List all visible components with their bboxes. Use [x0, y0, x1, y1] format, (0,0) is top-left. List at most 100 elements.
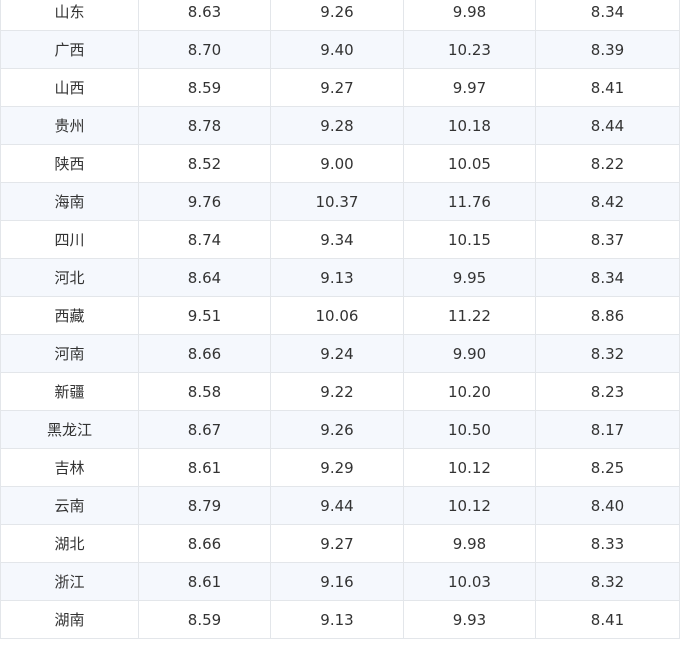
price-cell: 11.76	[403, 182, 536, 221]
price-cell: 9.13	[270, 600, 404, 639]
price-table: 山东 8.63 9.26 9.98 8.34 广西 8.70 9.40 10.23 8.39 山西 8…	[0, 0, 680, 639]
price-cell: 10.23	[403, 30, 536, 69]
price-cell: 9.00	[270, 144, 404, 183]
table-row: 黑龙江 8.67 9.26 10.50 8.17	[0, 410, 680, 449]
price-cell: 9.13	[270, 258, 404, 297]
price-cell: 10.20	[403, 372, 536, 411]
price-cell: 9.51	[138, 296, 271, 335]
price-cell: 9.76	[138, 182, 271, 221]
price-cell: 8.66	[138, 524, 271, 563]
price-cell: 9.98	[403, 524, 536, 563]
price-cell: 8.64	[138, 258, 271, 297]
region-cell: 陕西	[0, 144, 139, 183]
price-cell: 9.93	[403, 600, 536, 639]
price-cell: 9.40	[270, 30, 404, 69]
region-cell: 山东	[0, 0, 139, 31]
table-row: 河北 8.64 9.13 9.95 8.34	[0, 258, 680, 297]
price-cell: 9.95	[403, 258, 536, 297]
region-cell: 四川	[0, 220, 139, 259]
price-cell: 8.37	[535, 220, 680, 259]
price-cell: 10.12	[403, 448, 536, 487]
price-cell: 8.34	[535, 258, 680, 297]
table-row: 海南 9.76 10.37 11.76 8.42	[0, 182, 680, 221]
table-row: 吉林 8.61 9.29 10.12 8.25	[0, 448, 680, 487]
table-row: 贵州 8.78 9.28 10.18 8.44	[0, 106, 680, 145]
price-cell: 8.59	[138, 600, 271, 639]
price-cell: 8.17	[535, 410, 680, 449]
region-cell: 广西	[0, 30, 139, 69]
price-cell: 10.05	[403, 144, 536, 183]
price-cell: 8.74	[138, 220, 271, 259]
price-cell: 8.32	[535, 562, 680, 601]
price-cell: 10.18	[403, 106, 536, 145]
region-cell: 西藏	[0, 296, 139, 335]
price-cell: 8.22	[535, 144, 680, 183]
price-cell: 9.29	[270, 448, 404, 487]
table-row: 四川 8.74 9.34 10.15 8.37	[0, 220, 680, 259]
price-cell: 10.37	[270, 182, 404, 221]
region-cell: 新疆	[0, 372, 139, 411]
price-cell: 9.26	[270, 410, 404, 449]
price-cell: 8.66	[138, 334, 271, 373]
price-cell: 8.23	[535, 372, 680, 411]
region-cell: 河南	[0, 334, 139, 373]
price-cell: 8.58	[138, 372, 271, 411]
region-cell: 浙江	[0, 562, 139, 601]
price-cell: 8.34	[535, 0, 680, 31]
price-cell: 8.78	[138, 106, 271, 145]
price-cell: 8.33	[535, 524, 680, 563]
price-cell: 8.32	[535, 334, 680, 373]
table-row: 新疆 8.58 9.22 10.20 8.23	[0, 372, 680, 411]
table-row: 浙江 8.61 9.16 10.03 8.32	[0, 562, 680, 601]
price-cell: 9.34	[270, 220, 404, 259]
price-cell: 9.22	[270, 372, 404, 411]
table-row: 湖北 8.66 9.27 9.98 8.33	[0, 524, 680, 563]
price-cell: 8.70	[138, 30, 271, 69]
table-body: 山东 8.63 9.26 9.98 8.34 广西 8.70 9.40 10.23 8.39 山西 8…	[0, 0, 680, 639]
price-cell: 8.25	[535, 448, 680, 487]
price-cell: 8.42	[535, 182, 680, 221]
region-cell: 山西	[0, 68, 139, 107]
table-row: 云南 8.79 9.44 10.12 8.40	[0, 486, 680, 525]
price-cell: 9.24	[270, 334, 404, 373]
region-cell: 河北	[0, 258, 139, 297]
price-cell: 9.27	[270, 68, 404, 107]
price-cell: 8.67	[138, 410, 271, 449]
price-cell: 9.97	[403, 68, 536, 107]
price-cell: 9.26	[270, 0, 404, 31]
price-cell: 10.12	[403, 486, 536, 525]
table-row: 山东 8.63 9.26 9.98 8.34	[0, 0, 680, 31]
table-row: 西藏 9.51 10.06 11.22 8.86	[0, 296, 680, 335]
region-cell: 湖南	[0, 600, 139, 639]
table-row: 广西 8.70 9.40 10.23 8.39	[0, 30, 680, 69]
price-cell: 8.41	[535, 68, 680, 107]
price-cell: 9.98	[403, 0, 536, 31]
region-cell: 海南	[0, 182, 139, 221]
price-cell: 8.86	[535, 296, 680, 335]
region-cell: 贵州	[0, 106, 139, 145]
price-cell: 9.90	[403, 334, 536, 373]
price-cell: 8.59	[138, 68, 271, 107]
price-cell: 8.61	[138, 562, 271, 601]
region-cell: 黑龙江	[0, 410, 139, 449]
price-cell: 11.22	[403, 296, 536, 335]
table-row: 湖南 8.59 9.13 9.93 8.41	[0, 600, 680, 639]
price-cell: 9.44	[270, 486, 404, 525]
price-cell: 8.40	[535, 486, 680, 525]
price-cell: 8.63	[138, 0, 271, 31]
table-row: 山西 8.59 9.27 9.97 8.41	[0, 68, 680, 107]
region-cell: 云南	[0, 486, 139, 525]
price-cell: 8.41	[535, 600, 680, 639]
price-table-container: 山东 8.63 9.26 9.98 8.34 广西 8.70 9.40 10.23 8.39 山西 8…	[0, 0, 680, 639]
price-cell: 10.50	[403, 410, 536, 449]
price-cell: 10.06	[270, 296, 404, 335]
price-cell: 8.61	[138, 448, 271, 487]
price-cell: 9.28	[270, 106, 404, 145]
price-cell: 10.15	[403, 220, 536, 259]
price-cell: 9.27	[270, 524, 404, 563]
region-cell: 吉林	[0, 448, 139, 487]
price-cell: 8.79	[138, 486, 271, 525]
table-row: 河南 8.66 9.24 9.90 8.32	[0, 334, 680, 373]
price-cell: 8.52	[138, 144, 271, 183]
price-cell: 9.16	[270, 562, 404, 601]
